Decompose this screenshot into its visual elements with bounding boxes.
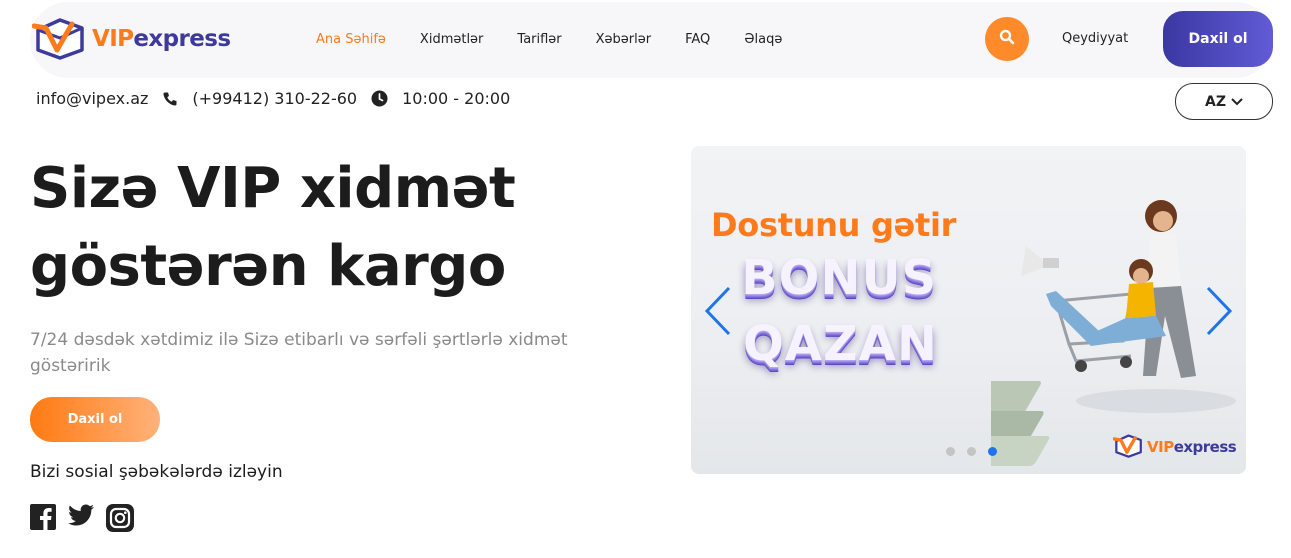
hero-title-line1: Sizə VIP xidmət [30, 156, 516, 221]
contact-hours: 10:00 - 20:00 [402, 89, 511, 108]
nav-item-contact[interactable]: Əlaqə [744, 32, 782, 47]
social-links [30, 504, 134, 532]
carousel-dot[interactable] [967, 447, 976, 456]
nav-item-services[interactable]: Xidmətlər [420, 32, 483, 47]
language-select[interactable]: AZ [1175, 83, 1273, 120]
social-label: Bizi sosial şəbəkələrdə izləyin [30, 462, 283, 482]
language-value: AZ [1205, 93, 1226, 110]
logo[interactable]: VIPexpress [31, 14, 231, 64]
instagram-icon[interactable] [106, 504, 134, 532]
carousel-prev-arrow-icon[interactable] [703, 286, 733, 340]
register-link[interactable]: Qeydiyyat [1062, 31, 1128, 46]
twitter-icon[interactable] [67, 504, 95, 532]
nav-item-faq[interactable]: FAQ [685, 32, 710, 47]
promo-headline: Dostunu gətir [711, 206, 957, 244]
hero-subtitle: 7/24 dəsdək xətdimiz ilə Sizə etibarlı v… [30, 330, 568, 376]
navbar: VIPexpress Ana Səhifə Xidmətlər Tariflər… [30, 2, 1273, 78]
login-button[interactable]: Daxil ol [1163, 11, 1273, 67]
search-icon [999, 29, 1015, 49]
promo-logo-text: VIPexpress [1147, 438, 1237, 456]
promo-bonus-text: BONUS [741, 250, 938, 306]
promo-qazan-text: QAZAN [743, 316, 939, 372]
promo-carousel[interactable]: Dostunu gətir BONUS QAZAN VIPexpress [691, 146, 1246, 474]
chevron-down-icon [1231, 94, 1243, 110]
hero-title-line2: göstərən kargo [30, 234, 506, 299]
nav-item-news[interactable]: Xəbərlər [596, 32, 651, 47]
clock-icon [371, 90, 388, 107]
carousel-dot-active[interactable] [988, 447, 997, 456]
carousel-dot[interactable] [946, 447, 955, 456]
phone-icon [162, 91, 178, 107]
search-button[interactable] [985, 17, 1029, 61]
nav-item-home[interactable]: Ana Səhifə [316, 32, 386, 47]
nav-item-tariffs[interactable]: Tariflər [517, 32, 561, 47]
contact-email[interactable]: info@vipex.az [36, 89, 148, 108]
main-nav: Ana Səhifə Xidmətlər Tariflər Xəbərlər F… [316, 32, 816, 47]
logo-box-icon [31, 14, 86, 64]
logo-text: VIPexpress [92, 26, 231, 52]
carousel-next-arrow-icon[interactable] [1204, 286, 1234, 340]
contact-bar: info@vipex.az (+99412) 310-22-60 10:00 -… [36, 89, 510, 108]
carousel-dots [946, 447, 997, 456]
facebook-icon[interactable] [30, 504, 56, 532]
hero-title: Sizə VIP xidmət göstərən kargo [30, 150, 630, 306]
promo-logo: VIPexpress [1112, 432, 1237, 462]
hero-login-button[interactable]: Daxil ol [30, 397, 160, 442]
logo-box-icon [1112, 432, 1143, 462]
contact-phone[interactable]: (+99412) 310-22-60 [192, 89, 357, 108]
